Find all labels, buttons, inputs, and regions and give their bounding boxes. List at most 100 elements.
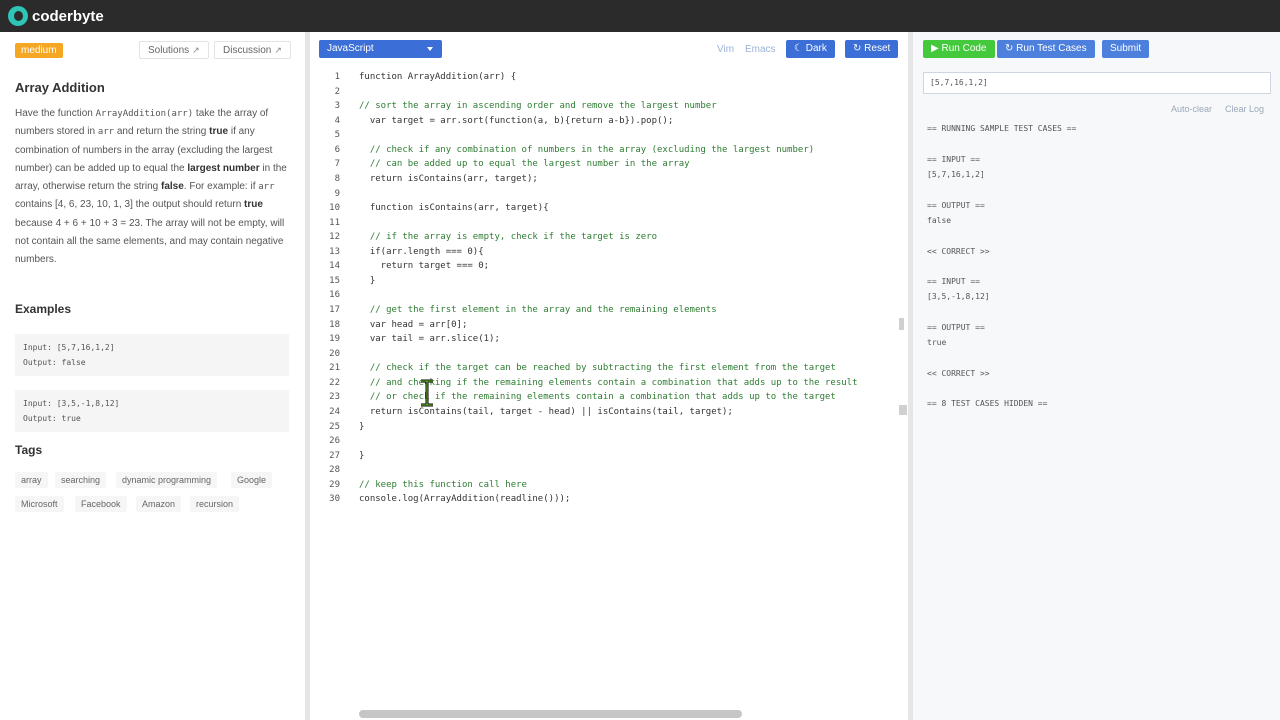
custom-input-field[interactable]: [5,7,16,1,2]	[923, 72, 1271, 94]
reset-icon: ↻	[853, 43, 865, 54]
line-number: 16	[329, 290, 340, 301]
code-line[interactable]: // if the array is empty, check if the t…	[359, 230, 904, 245]
code-line[interactable]: // and checking if the remaining element…	[359, 376, 904, 391]
examples-heading: Examples	[15, 302, 72, 316]
desc-text: and return the string	[114, 126, 210, 138]
example-box: Input: [3,5,-1,8,12] Output: true	[15, 390, 289, 432]
example-box: Input: [5,7,16,1,2] Output: false	[15, 334, 289, 376]
example-input: Input: [3,5,-1,8,12]	[23, 399, 120, 408]
line-number: 17	[329, 305, 340, 315]
submit-button[interactable]: Submit	[1102, 40, 1150, 58]
line-number: 10	[329, 203, 340, 214]
code-line[interactable]: return target === 0;	[359, 259, 904, 274]
code-line[interactable]	[359, 216, 904, 231]
run-test-cases-button[interactable]: ↻ Run Test Cases	[997, 40, 1095, 58]
output-line: == 8 TEST CASES HIDDEN ==	[927, 399, 1048, 408]
desc-text: Have the function	[15, 108, 96, 119]
line-number: 26	[329, 436, 340, 447]
code-line[interactable]: }	[359, 420, 904, 435]
tag-item[interactable]: Google	[231, 472, 273, 488]
code-line[interactable]	[359, 288, 904, 303]
code-line[interactable]: var head = arr[0];	[359, 318, 904, 333]
output-line: [3,5,-1,8,12]	[927, 292, 990, 301]
line-number: 14	[329, 261, 340, 272]
code-line[interactable]: // can be added up to equal the largest …	[359, 157, 904, 172]
code-line[interactable]: // get the first element in the array an…	[359, 303, 904, 318]
external-link-icon: ↗	[274, 45, 282, 55]
language-select[interactable]: JavaScript	[319, 40, 442, 58]
example-output: Output: false	[23, 358, 86, 367]
code-line[interactable]: }	[359, 449, 904, 464]
code-line[interactable]: // check if the target can be reached by…	[359, 361, 904, 376]
code-line[interactable]	[359, 128, 904, 143]
code-line[interactable]: function isContains(arr, target){	[359, 201, 904, 216]
code-line[interactable]: // or check if the remaining elements co…	[359, 390, 904, 405]
code-line[interactable]	[359, 187, 904, 202]
output-line: << CORRECT >>	[927, 369, 990, 378]
solutions-button[interactable]: Solutions ↗	[139, 41, 209, 59]
line-number: 28	[329, 465, 340, 476]
discussion-button[interactable]: Discussion ↗	[214, 41, 291, 59]
tag-item[interactable]: dynamic programming	[116, 472, 218, 488]
code-line[interactable]: if(arr.length === 0){	[359, 245, 904, 260]
desc-text: contains [4, 6, 23, 10, 1, 3] the output…	[15, 199, 245, 211]
code-line[interactable]	[359, 463, 904, 478]
desc-text: . For example: if	[183, 181, 259, 193]
moon-icon: ☾	[794, 43, 806, 54]
editor-scroll-marker	[899, 405, 907, 415]
challenge-title: Array Addition	[15, 80, 105, 95]
line-number: 19	[329, 334, 340, 345]
line-number: 4	[334, 115, 340, 126]
run-code-button[interactable]: ▶ Run Code	[923, 40, 995, 58]
tag-item[interactable]: Microsoft	[15, 496, 64, 512]
tag-item[interactable]: recursion	[190, 496, 240, 512]
reset-label: Reset	[864, 43, 891, 54]
reset-button[interactable]: ↻ Reset	[845, 40, 899, 58]
code-line[interactable]: var target = arr.sort(function(a, b){ret…	[359, 114, 904, 129]
difficulty-badge: medium	[15, 43, 63, 58]
code-line[interactable]: // keep this function call here	[359, 478, 904, 493]
dark-theme-button[interactable]: ☾ Dark	[786, 40, 835, 58]
code-line[interactable]	[359, 434, 904, 449]
line-number: 25	[329, 421, 340, 432]
brand-name: coderbyte	[32, 7, 104, 25]
horizontal-scrollbar[interactable]	[359, 710, 742, 718]
tags-heading: Tags	[15, 443, 43, 457]
code-line[interactable]: // check if any combination of numbers i…	[359, 143, 904, 158]
line-number: 2	[334, 86, 340, 97]
line-number: 30	[329, 494, 340, 505]
tag-item[interactable]: searching	[55, 472, 107, 488]
output-line: == OUTPUT ==	[927, 201, 985, 210]
vim-mode-toggle[interactable]: Vim	[717, 44, 734, 55]
code-line[interactable]: var tail = arr.slice(1);	[359, 332, 904, 347]
text-cursor-icon	[421, 379, 433, 407]
clear-log-button[interactable]: Clear Log	[1225, 104, 1264, 114]
output-line: true	[927, 338, 947, 347]
logo[interactable]: coderbyte	[8, 6, 104, 26]
output-line: == RUNNING SAMPLE TEST CASES ==	[927, 124, 1077, 133]
code-line[interactable]	[359, 347, 904, 362]
desc-code: arr	[258, 182, 275, 193]
tag-item[interactable]: array	[15, 472, 48, 488]
dark-label: Dark	[805, 43, 827, 54]
code-line[interactable]: function ArrayAddition(arr) {	[359, 70, 904, 85]
code-line[interactable]: return isContains(arr, target);	[359, 172, 904, 187]
code-line[interactable]	[359, 85, 904, 100]
desc-bold: false	[161, 181, 184, 193]
auto-clear-toggle[interactable]: Auto-clear	[1171, 104, 1212, 114]
solutions-label: Solutions	[148, 45, 190, 56]
code-line[interactable]: return isContains(tail, target - head) |…	[359, 405, 904, 420]
line-number: 18	[329, 319, 340, 330]
code-line[interactable]: console.log(ArrayAddition(readline()));	[359, 492, 904, 507]
code-line[interactable]: }	[359, 274, 904, 289]
line-number: 13	[329, 246, 340, 257]
emacs-mode-toggle[interactable]: Emacs	[745, 44, 776, 55]
tag-item[interactable]: Facebook	[75, 496, 127, 512]
play-icon: ▶	[931, 43, 942, 54]
code-content[interactable]: function ArrayAddition(arr) { // sort the…	[359, 70, 904, 507]
run-tests-label: Run Test Cases	[1016, 43, 1087, 54]
coderbyte-logo-icon	[8, 6, 28, 26]
tag-item[interactable]: Amazon	[136, 496, 182, 512]
top-bar: coderbyte	[0, 0, 1280, 32]
code-line[interactable]: // sort the array in ascending order and…	[359, 99, 904, 114]
